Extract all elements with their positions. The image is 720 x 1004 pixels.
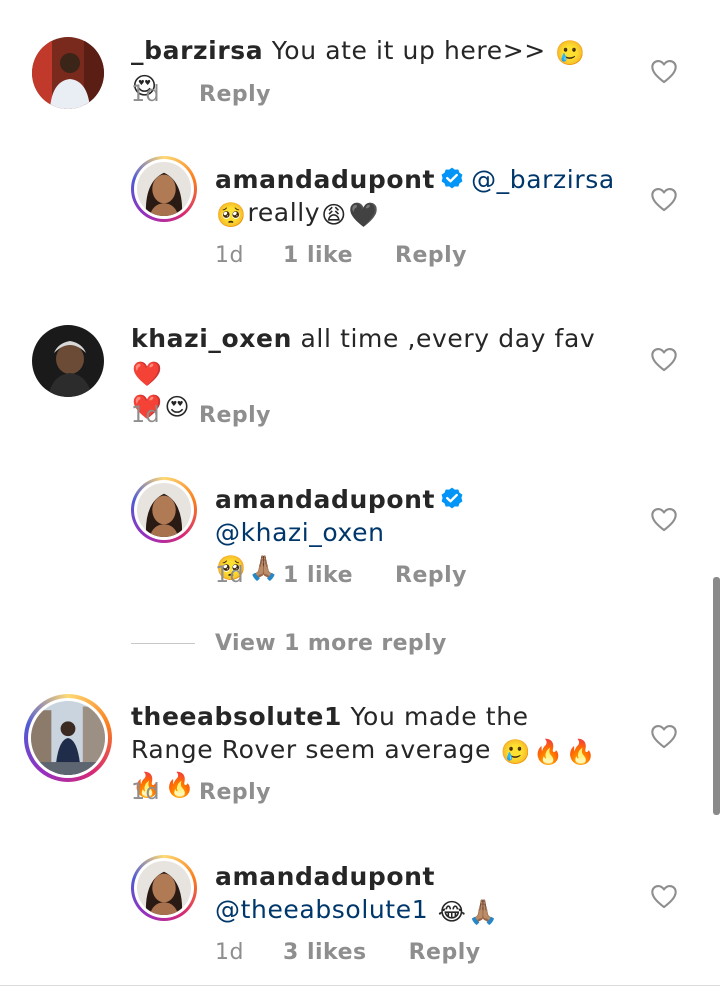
avatar-photo-amandadupont: [137, 483, 191, 537]
comment-body: amandadupont @_barzirsa 🥺really😩🖤: [215, 163, 635, 229]
avatar-photo-khazi-oxen: [32, 325, 104, 397]
like-heart-icon[interactable]: [650, 883, 678, 909]
verified-badge-icon: [441, 487, 463, 509]
emoji-folded-hands: 🙏🏽: [468, 898, 499, 926]
emoji-pleading-face: 🥺: [216, 201, 247, 229]
reply-button[interactable]: Reply: [395, 243, 467, 268]
comment-username[interactable]: _barzirsa: [131, 36, 263, 65]
comment-meta: 1d 1 like Reply: [215, 240, 467, 270]
comment-time: 1d: [215, 242, 244, 268]
avatar-photo-amandadupont: [137, 861, 191, 915]
avatar[interactable]: [131, 855, 197, 921]
emoji-smiling-tear: 🥲: [500, 738, 531, 766]
mention-link[interactable]: @khazi_oxen: [215, 518, 385, 547]
comment-username[interactable]: amandadupont: [215, 165, 435, 194]
avatar[interactable]: [32, 37, 104, 109]
comment-meta: 1d Reply: [131, 777, 271, 807]
view-more-replies-button[interactable]: View 1 more reply: [131, 628, 447, 658]
comment-time: 1d: [215, 562, 244, 588]
emoji-red-heart: ❤️: [132, 360, 163, 388]
comment-meta: 1d 1 like Reply: [215, 560, 467, 590]
avatar[interactable]: [24, 694, 112, 782]
divider-line: [131, 642, 195, 644]
like-heart-icon[interactable]: [650, 506, 678, 532]
comment-username[interactable]: khazi_oxen: [131, 324, 292, 353]
comment-time: 1d: [215, 939, 244, 965]
avatar-photo-barzirsa: [32, 37, 104, 109]
avatar[interactable]: [32, 325, 104, 397]
divider-line: [0, 985, 720, 986]
likes-count[interactable]: 3 likes: [283, 940, 367, 965]
comment-text: really: [247, 198, 321, 227]
emoji-weary-face: 😩: [321, 201, 347, 229]
reply-button[interactable]: Reply: [395, 563, 467, 588]
comment-username[interactable]: amandadupont: [215, 862, 435, 891]
like-heart-icon[interactable]: [650, 723, 678, 749]
mention-link[interactable]: @_barzirsa: [471, 165, 615, 194]
likes-count[interactable]: 1 like: [283, 243, 353, 268]
scrollbar[interactable]: [713, 577, 720, 815]
comment-meta: 1d Reply: [131, 400, 271, 430]
reply-button[interactable]: Reply: [199, 82, 271, 107]
reply-button[interactable]: Reply: [199, 403, 271, 428]
reply-button[interactable]: Reply: [409, 940, 481, 965]
comment-body: amandadupont @theeabsolute1 😂🙏🏽: [215, 860, 635, 926]
comment-time: 1d: [131, 779, 160, 805]
comment-username[interactable]: amandadupont: [215, 485, 435, 514]
emoji-fire: 🔥: [533, 738, 564, 766]
comment-text: You ate it up here>>: [271, 36, 546, 65]
avatar[interactable]: [131, 156, 197, 222]
like-heart-icon[interactable]: [650, 58, 678, 84]
comment-username[interactable]: theeabsolute1: [131, 702, 342, 731]
emoji-smiling-tear: 🥲: [555, 39, 586, 67]
comment-meta: 1d 3 likes Reply: [215, 937, 481, 967]
view-more-replies-label: View 1 more reply: [215, 630, 447, 656]
like-heart-icon[interactable]: [650, 346, 678, 372]
avatar-photo-theeabsolute1: [31, 701, 105, 775]
like-heart-icon[interactable]: [650, 186, 678, 212]
emoji-black-heart: 🖤: [348, 201, 380, 229]
comment-time: 1d: [131, 402, 160, 428]
verified-badge-icon: [441, 167, 463, 189]
comment-time: 1d: [131, 81, 160, 107]
emoji-fire: 🔥: [565, 738, 596, 766]
comment-meta: 1d Reply: [131, 79, 271, 109]
avatar-photo-amandadupont: [137, 162, 191, 216]
emoji-tears-of-joy: 😂: [437, 898, 467, 926]
avatar[interactable]: [131, 477, 197, 543]
comment-text: all time ,every day fav: [300, 324, 596, 353]
reply-button[interactable]: Reply: [199, 780, 271, 805]
likes-count[interactable]: 1 like: [283, 563, 353, 588]
mention-link[interactable]: @theeabsolute1: [215, 895, 428, 924]
